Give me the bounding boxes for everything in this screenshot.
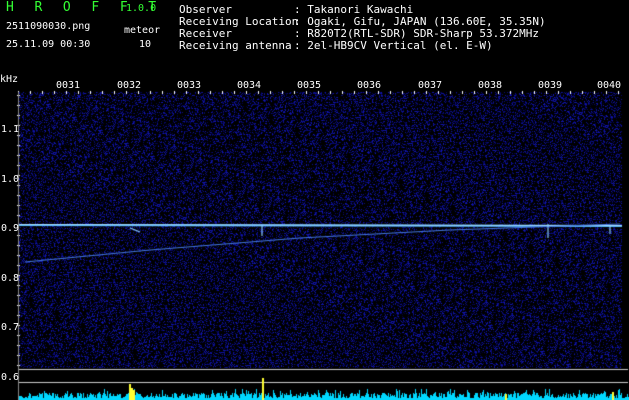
time-tick-0032: 0032: [117, 80, 142, 91]
date-time: 25.11.09 00:30: [6, 39, 91, 50]
freq-tick-0-7: 0.7: [1, 322, 20, 333]
time-tick-0034: 0034: [237, 80, 262, 91]
freq-tick-0-6: 0.6: [1, 372, 20, 383]
freq-tick-1-1: 1.1: [1, 124, 20, 135]
time-tick-0040: 0040: [597, 80, 622, 91]
time-tick-0038: 0038: [478, 80, 503, 91]
antenna-value: : 2el-HB9CV Vertical (el. E-W): [294, 39, 493, 52]
time-tick-0033: 0033: [177, 80, 202, 91]
freq-unit-label: kHz: [0, 74, 19, 85]
meteor-count: 10: [139, 39, 152, 50]
hrofft-window: H R O F F T 1.0.0 2511090030.png meteor …: [0, 0, 629, 400]
antenna-label: Receiving antenna: [179, 39, 292, 52]
file-name: 2511090030.png: [6, 21, 91, 32]
time-tick-0039: 0039: [538, 80, 563, 91]
time-tick-0037: 0037: [418, 80, 443, 91]
spectrogram-canvas: [0, 0, 629, 400]
freq-tick-0-8: 0.8: [1, 273, 20, 284]
time-tick-0031: 0031: [56, 80, 81, 91]
freq-tick-1-0: 1.0: [1, 174, 20, 185]
time-tick-0036: 0036: [357, 80, 382, 91]
app-version: 1.0.0: [126, 3, 157, 14]
freq-tick-0-9: 0.9: [1, 223, 20, 234]
meteor-label: meteor: [124, 25, 161, 36]
time-tick-0035: 0035: [297, 80, 322, 91]
